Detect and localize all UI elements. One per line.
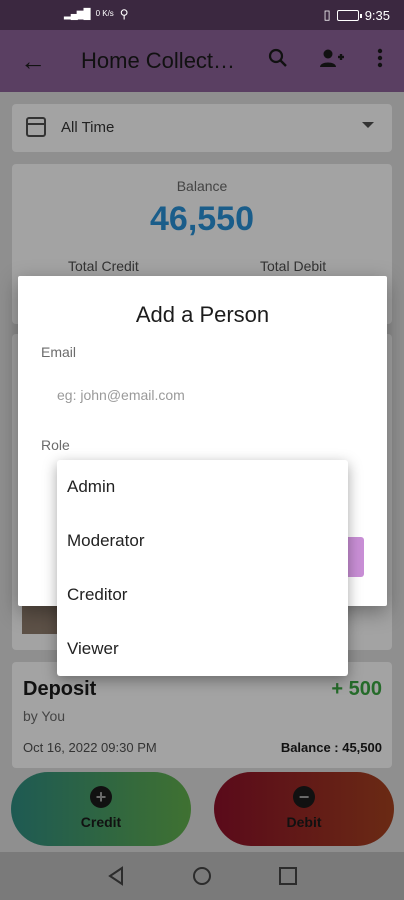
credit-button[interactable]: + Credit bbox=[11, 772, 191, 846]
signal-icon: ▂▄▆█ bbox=[64, 8, 91, 20]
transaction-date: Oct 16, 2022 09:30 PM bbox=[23, 740, 157, 755]
system-nav-bar bbox=[0, 852, 404, 900]
date-filter-select[interactable]: All Time bbox=[12, 104, 392, 152]
nav-back-icon[interactable] bbox=[106, 866, 126, 892]
balance-label: Balance bbox=[176, 178, 228, 194]
filter-value: All Time bbox=[61, 119, 115, 136]
data-speed: 0 K/s bbox=[95, 9, 114, 18]
vibrate-icon: ▯ bbox=[323, 7, 331, 22]
total-credit-label: Total Credit bbox=[68, 258, 139, 274]
role-option-admin[interactable]: Admin bbox=[57, 460, 348, 514]
calendar-icon bbox=[26, 117, 46, 137]
app-bar: ← Home Collect… bbox=[0, 30, 404, 92]
back-arrow-icon[interactable]: ← bbox=[20, 46, 46, 77]
battery-icon bbox=[336, 9, 362, 21]
role-dropdown-menu: Admin Moderator Creditor Viewer bbox=[57, 460, 348, 676]
page-title: Home Collect… bbox=[81, 48, 236, 73]
remove-circle-icon: − bbox=[293, 786, 315, 808]
debit-button[interactable]: − Debit bbox=[214, 772, 394, 846]
dialog-title: Add a Person bbox=[135, 302, 270, 327]
chevron-down-icon bbox=[362, 122, 374, 128]
email-field[interactable] bbox=[41, 380, 361, 410]
clock: 9:35 bbox=[364, 7, 390, 23]
role-label: Role bbox=[41, 437, 70, 453]
status-bar: ▂▄▆█ 0 K/s ⚲ ▯ 9:35 bbox=[0, 0, 404, 30]
total-debit-label: Total Debit bbox=[260, 258, 327, 274]
transaction-by: by You bbox=[23, 708, 66, 724]
usb-icon: ⚲ bbox=[119, 7, 129, 21]
role-option-creditor[interactable]: Creditor bbox=[57, 568, 348, 622]
credit-button-label: Credit bbox=[80, 814, 122, 830]
more-vert-icon[interactable] bbox=[366, 46, 394, 74]
transaction-card[interactable]: Deposit + 500 by You Oct 16, 2022 09:30 … bbox=[12, 662, 392, 768]
transaction-balance: Balance : 45,500 bbox=[280, 740, 382, 755]
balance-amount: 46,550 bbox=[150, 200, 254, 238]
person-add-icon[interactable] bbox=[318, 46, 346, 74]
search-icon[interactable] bbox=[264, 46, 292, 74]
add-circle-icon: + bbox=[90, 786, 112, 808]
transaction-amount: + 500 bbox=[331, 678, 382, 700]
role-option-viewer[interactable]: Viewer bbox=[57, 622, 348, 676]
debit-button-label: Debit bbox=[286, 814, 322, 830]
nav-recents-icon[interactable] bbox=[278, 866, 298, 892]
email-label: Email bbox=[41, 344, 77, 360]
role-option-moderator[interactable]: Moderator bbox=[57, 514, 348, 568]
transaction-type: Deposit bbox=[23, 678, 97, 700]
nav-home-icon[interactable] bbox=[192, 866, 212, 892]
transaction-thumbnail bbox=[22, 604, 58, 634]
